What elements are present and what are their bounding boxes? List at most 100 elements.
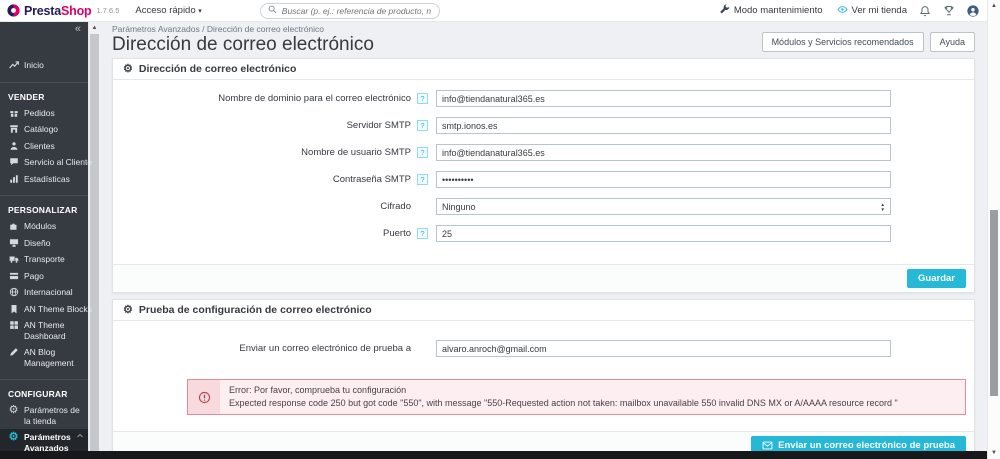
form-row-smtp-password: Contraseña SMTP ? — [113, 171, 974, 188]
prestashop-logo-icon — [7, 4, 20, 17]
sidebar-divider — [0, 81, 88, 83]
breadcrumb-current: Dirección de correo electrónico — [206, 24, 325, 34]
view-shop-link[interactable]: Ver mi tienda — [837, 4, 907, 18]
scroll-down-icon[interactable]: ▼ — [988, 450, 1000, 456]
achievements-trophy-icon[interactable] — [943, 5, 955, 17]
version-label: 1.7.6.5 — [96, 6, 120, 15]
form-row-port: Puerto ? — [113, 225, 974, 242]
stats-icon — [8, 174, 19, 184]
sidebar-item-pago[interactable]: Pago — [0, 268, 88, 285]
topbar-right: Modo mantenimiento Ver mi tienda — [705, 3, 979, 18]
search-icon — [268, 5, 277, 17]
help-icon[interactable]: ? — [417, 174, 428, 185]
quick-access-menu[interactable]: Acceso rápido ▾ — [135, 5, 201, 16]
sidebar-scrollbar[interactable]: ▲ — [88, 22, 100, 459]
field-label: Contraseña SMTP — [332, 174, 411, 185]
sidebar-item-an-blog-management[interactable]: AN Blog Management — [0, 344, 88, 371]
notifications-bell-icon[interactable] — [919, 5, 931, 17]
blog-pencil-icon — [8, 347, 19, 357]
sidebar: « Inicio VENDER Pedidos Catálogo Cliente… — [0, 22, 92, 459]
encryption-select[interactable]: Ninguno ▲ ▼ — [436, 198, 891, 215]
field-label: Servidor SMTP — [346, 120, 411, 131]
sidebar-item-modulos[interactable]: Módulos — [0, 218, 88, 235]
save-button[interactable]: Guardar — [907, 269, 966, 288]
field-label: Nombre de usuario SMTP — [301, 147, 411, 158]
sidebar-collapse-button[interactable]: « — [0, 22, 88, 35]
page-scrollbar[interactable]: ▲ ▼ — [987, 0, 1000, 459]
email-config-panel: ⚙ Dirección de correo electrónico Nombre… — [112, 58, 975, 293]
customers-icon — [8, 141, 19, 151]
help-icon[interactable]: ? — [417, 147, 428, 158]
sidebar-divider — [0, 379, 88, 380]
field-label: Cifrado — [380, 201, 411, 212]
breadcrumb-separator: / — [202, 24, 205, 34]
sidebar-item-catalogo[interactable]: Catálogo — [0, 121, 88, 138]
catalog-icon — [8, 124, 19, 134]
gear-icon: ⚙ — [123, 62, 133, 75]
customer-service-icon — [8, 157, 19, 167]
page-scrollbar-thumb[interactable] — [990, 210, 998, 396]
test-email-panel-header: ⚙ Prueba de configuración de correo elec… — [113, 300, 974, 321]
international-icon — [8, 287, 19, 297]
sidebar-divider — [0, 195, 88, 196]
field-label: Puerto — [383, 228, 411, 239]
test-email-input[interactable] — [436, 340, 891, 357]
wrench-icon — [719, 3, 730, 18]
account-avatar-icon[interactable] — [967, 4, 979, 17]
gear-icon: ⚙ — [8, 404, 19, 416]
field-label: Enviar un correo electrónico de prueba a — [239, 343, 411, 354]
form-row-smtp-server: Servidor SMTP ? — [113, 117, 974, 134]
smtp-username-input[interactable] — [436, 144, 891, 161]
sidebar-item-pedidos[interactable]: Pedidos — [0, 105, 88, 122]
error-line-2: Expected response code 250 but got code … — [229, 398, 898, 408]
brand-name: PrestaShop — [24, 3, 92, 18]
sidebar-item-internacional[interactable]: Internacional — [0, 284, 88, 301]
smtp-password-input[interactable] — [436, 171, 891, 188]
maintenance-mode-link[interactable]: Modo mantenimiento — [719, 3, 823, 18]
global-search — [259, 2, 440, 19]
orders-icon — [8, 108, 19, 118]
gear-icon: ⚙ — [123, 303, 133, 316]
design-icon — [8, 238, 19, 248]
sidebar-scrollbar-thumb[interactable] — [90, 34, 99, 451]
eye-icon — [837, 4, 848, 18]
prestashop-logo[interactable]: PrestaShop 1.7.6.5 — [7, 4, 119, 18]
search-input[interactable] — [281, 5, 432, 16]
sidebar-item-an-theme-dashboard[interactable]: AN Theme Dashboard — [0, 317, 88, 344]
help-icon[interactable]: ? — [417, 93, 428, 104]
sidebar-section-personalizar: PERSONALIZAR — [8, 205, 78, 215]
email-config-panel-header: ⚙ Dirección de correo electrónico — [113, 59, 974, 80]
error-line-1: Error: Por favor, comprueba tu configura… — [229, 385, 407, 395]
test-email-panel: ⚙ Prueba de configuración de correo elec… — [112, 299, 975, 459]
help-button[interactable]: Ayuda — [929, 32, 975, 52]
form-row-test-email: Enviar un correo electrónico de prueba a — [113, 340, 974, 357]
page-actions: Módulos y Servicios recomendados Ayuda — [761, 32, 975, 52]
window-bottom-bar — [0, 451, 987, 459]
payment-icon — [8, 271, 19, 281]
scroll-up-icon[interactable]: ▲ — [89, 22, 100, 32]
sidebar-item-clientes[interactable]: Clientes — [0, 138, 88, 155]
help-icon[interactable]: ? — [417, 228, 428, 239]
home-chart-icon — [8, 60, 19, 70]
breadcrumb: Parámetros Avanzados / Dirección de corr… — [112, 24, 324, 34]
sidebar-item-parametros-tienda[interactable]: ⚙ Parámetros de la tienda — [0, 402, 88, 429]
form-row-smtp-user: Nombre de usuario SMTP ? — [113, 144, 974, 161]
sidebar-item-transporte[interactable]: Transporte — [0, 251, 88, 268]
gear-icon: ⚙ — [8, 431, 19, 443]
sidebar-item-inicio[interactable]: Inicio — [0, 57, 88, 74]
scroll-up-icon[interactable]: ▲ — [988, 3, 1000, 9]
sidebar-item-an-theme-blocks[interactable]: AN Theme Blocks — [0, 301, 92, 318]
sidebar-section-vender: VENDER — [8, 91, 45, 102]
sidebar-item-estadisticas[interactable]: Estadísticas — [0, 171, 88, 188]
mail-domain-input[interactable] — [436, 90, 891, 107]
smtp-server-input[interactable] — [436, 117, 891, 134]
help-icon[interactable]: ? — [417, 120, 428, 131]
sidebar-item-diseno[interactable]: Diseño — [0, 235, 88, 252]
field-label: Nombre de dominio para el correo electró… — [218, 93, 411, 104]
smtp-port-input[interactable] — [436, 225, 891, 242]
breadcrumb-parent[interactable]: Parámetros Avanzados — [112, 24, 200, 34]
form-row-domain: Nombre de dominio para el correo electró… — [113, 90, 974, 107]
recommended-modules-button[interactable]: Módulos y Servicios recomendados — [761, 32, 924, 52]
theme-dashboard-icon — [8, 320, 19, 330]
sidebar-item-servicio-al-cliente[interactable]: Servicio al Cliente — [0, 154, 92, 171]
